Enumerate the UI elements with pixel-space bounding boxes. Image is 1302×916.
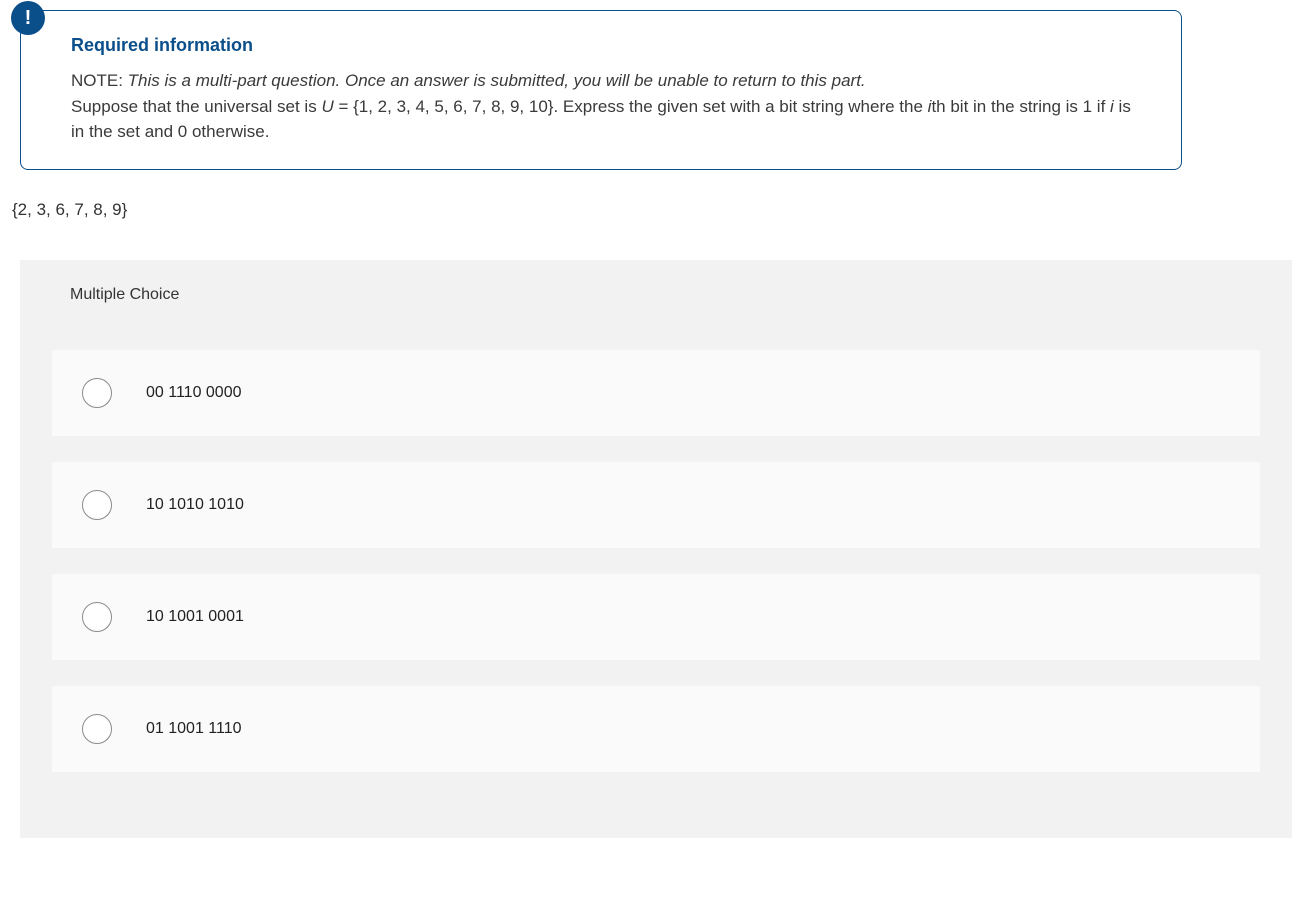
radio-button[interactable] — [82, 714, 112, 744]
note-label: NOTE: — [71, 71, 128, 90]
option-row[interactable]: 10 1001 0001 — [52, 574, 1260, 660]
body-pre: Suppose that the universal set is — [71, 97, 321, 116]
option-row[interactable]: 01 1001 1110 — [52, 686, 1260, 772]
multiple-choice-section: Multiple Choice 00 1110 0000 10 1010 101… — [20, 260, 1292, 838]
info-title: Required information — [71, 35, 1131, 56]
option-label: 01 1001 1110 — [146, 720, 242, 738]
option-row[interactable]: 10 1010 1010 — [52, 462, 1260, 548]
radio-button[interactable] — [82, 602, 112, 632]
note-italic: This is a multi-part question. Once an a… — [128, 71, 866, 90]
option-label: 00 1110 0000 — [146, 384, 242, 402]
info-note: NOTE: This is a multi-part question. Onc… — [71, 68, 1131, 145]
options-list: 00 1110 0000 10 1010 1010 10 1001 0001 0… — [20, 330, 1292, 772]
body-mid: = {1, 2, 3, 4, 5, 6, 7, 8, 9, 10}. Expre… — [334, 97, 928, 116]
option-label: 10 1010 1010 — [146, 496, 244, 514]
question-set: {2, 3, 6, 7, 8, 9} — [12, 200, 1292, 220]
radio-button[interactable] — [82, 490, 112, 520]
radio-button[interactable] — [82, 378, 112, 408]
mc-header: Multiple Choice — [20, 260, 1292, 330]
body-mid2: th bit in the string is 1 if — [931, 97, 1110, 116]
required-info-box: ! Required information NOTE: This is a m… — [20, 10, 1182, 170]
option-label: 10 1001 0001 — [146, 608, 244, 626]
var-u: U — [321, 97, 333, 116]
option-row[interactable]: 00 1110 0000 — [52, 350, 1260, 436]
alert-icon: ! — [11, 1, 45, 35]
